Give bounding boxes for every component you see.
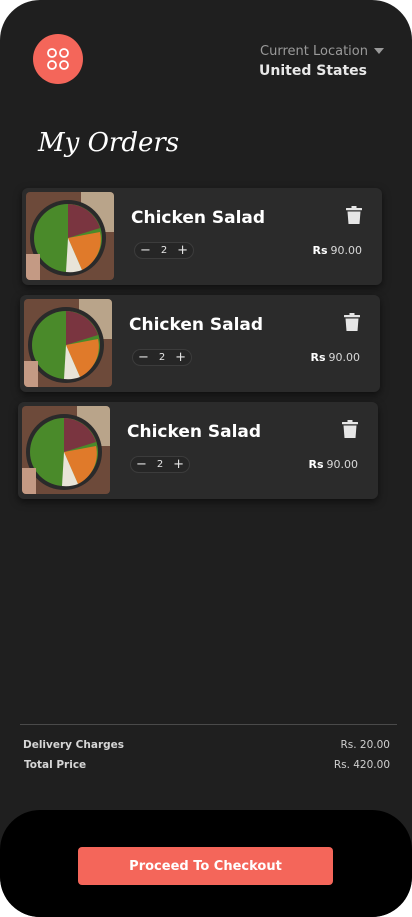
currency: Rs <box>310 351 326 364</box>
item-name: Chicken Salad <box>131 208 266 228</box>
quantity-stepper: − 2 + <box>134 242 194 259</box>
price-value: 90.00 <box>328 351 361 364</box>
food-image <box>26 192 114 280</box>
phone-screen: Current Location United States My Orders… <box>0 0 412 917</box>
price-value: 90.00 <box>326 458 359 471</box>
bottom-bar: Proceed To Checkout <box>0 810 412 917</box>
trash-icon[interactable] <box>344 313 360 331</box>
grid-icon <box>47 48 69 70</box>
decrement-button[interactable]: − <box>140 244 151 257</box>
location-selector[interactable]: Current Location United States <box>259 40 384 79</box>
delivery-label: Delivery Charges <box>23 739 125 751</box>
trash-icon[interactable] <box>346 206 362 224</box>
caret-down-icon <box>374 47 384 54</box>
currency: Rs <box>312 244 328 257</box>
item-name: Chicken Salad <box>127 422 262 442</box>
total-label: Total Price <box>24 759 87 771</box>
order-card: Chicken Salad − 2 + Rs 90.00 <box>18 402 378 499</box>
menu-button[interactable] <box>33 34 83 84</box>
increment-button[interactable]: + <box>173 458 184 471</box>
order-card: Chicken Salad − 2 + Rs 90.00 <box>20 295 380 392</box>
increment-button[interactable]: + <box>177 244 188 257</box>
proceed-to-checkout-button[interactable]: Proceed To Checkout <box>78 847 333 885</box>
quantity-value: 2 <box>158 352 166 363</box>
quantity-stepper: − 2 + <box>130 456 190 473</box>
summary-divider <box>20 724 397 725</box>
order-card: Chicken Salad − 2 + Rs 90.00 <box>22 188 382 285</box>
item-price: Rs 90.00 <box>312 244 362 257</box>
delivery-charges-row: Delivery Charges Rs. 20.00 <box>23 739 390 751</box>
item-price: Rs 90.00 <box>310 351 360 364</box>
quantity-stepper: − 2 + <box>132 349 192 366</box>
item-price: Rs 90.00 <box>308 458 358 471</box>
decrement-button[interactable]: − <box>138 351 149 364</box>
item-name: Chicken Salad <box>129 315 264 335</box>
food-image <box>22 406 110 494</box>
quantity-value: 2 <box>156 459 164 470</box>
trash-icon[interactable] <box>342 420 358 438</box>
location-label: Current Location <box>260 44 368 59</box>
quantity-value: 2 <box>160 245 168 256</box>
page-title: My Orders <box>38 128 180 158</box>
food-image <box>24 299 112 387</box>
total-value: Rs. 420.00 <box>333 759 390 771</box>
increment-button[interactable]: + <box>175 351 186 364</box>
currency: Rs <box>308 458 324 471</box>
delivery-value: Rs. 20.00 <box>340 739 390 751</box>
total-price-row: Total Price Rs. 420.00 <box>24 759 390 771</box>
price-value: 90.00 <box>330 244 363 257</box>
location-value: United States <box>259 63 367 79</box>
decrement-button[interactable]: − <box>136 458 147 471</box>
